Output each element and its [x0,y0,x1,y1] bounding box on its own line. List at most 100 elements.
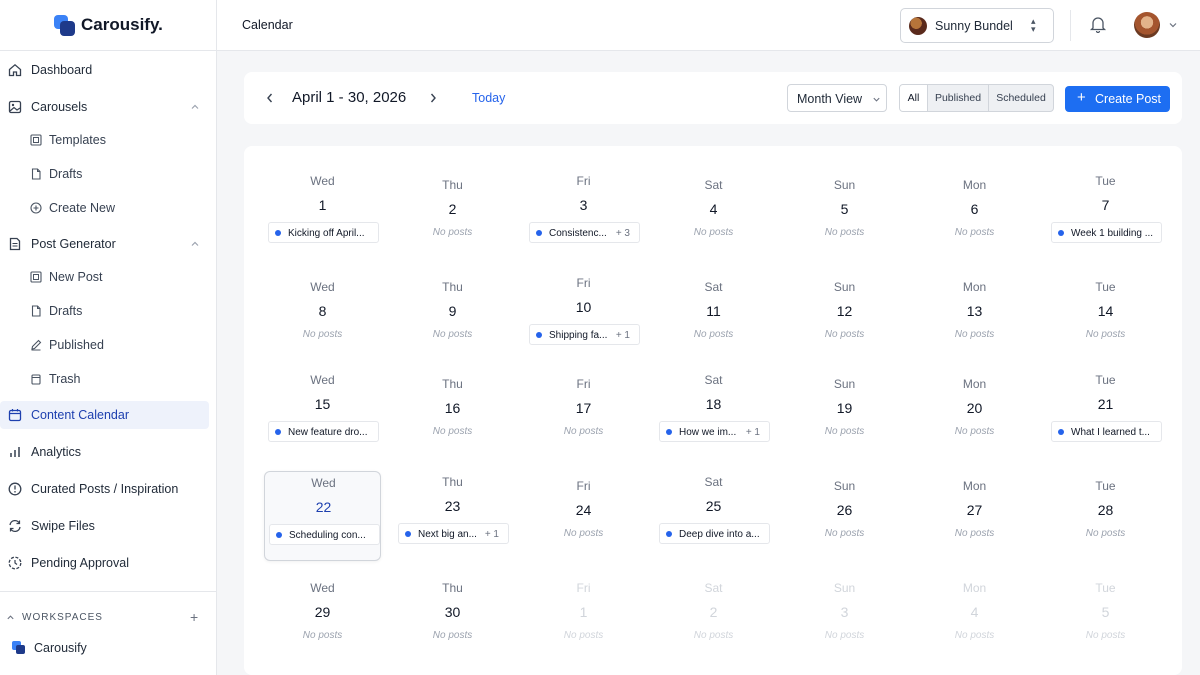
calendar-day[interactable]: Sat 11 No posts [655,276,772,358]
bell-icon[interactable] [1089,15,1107,33]
workspace-name: Carousify [34,641,87,655]
calendar-day[interactable]: Tue 21 What I learned t... [1047,373,1164,455]
calendar-day[interactable]: Mon 27 No posts [916,475,1033,557]
calendar-day[interactable]: Fri 3 Consistenc... + 3 [525,174,642,256]
day-of-week: Wed [310,581,335,595]
post-chip[interactable]: Kicking off April... [268,222,379,243]
bar-chart-icon [7,445,22,460]
profile-avatar[interactable] [1134,12,1160,38]
post-title: Kicking off April... [288,228,365,239]
sidebar-item-label: Pending Approval [31,556,129,570]
calendar-day[interactable]: Sun 3 No posts [786,577,903,659]
sidebar-item-trash[interactable]: Trash [0,365,216,393]
sidebar-item-published[interactable]: Published [0,331,216,359]
sidebar-item-curated-posts[interactable]: Curated Posts / Inspiration [0,475,216,503]
post-chip[interactable]: Week 1 building ... [1051,222,1162,243]
calendar-day[interactable]: Wed 15 New feature dro... [264,373,381,455]
day-of-week: Wed [310,174,335,188]
chevron-up-icon[interactable] [190,102,200,112]
no-posts-label: No posts [563,426,604,437]
chevron-up-icon[interactable] [190,239,200,249]
calendar-day[interactable]: Mon 20 No posts [916,373,1033,455]
sidebar-item-carousels[interactable]: Carousels [0,93,216,121]
post-chip[interactable]: How we im... + 1 [659,421,770,442]
post-chip[interactable]: Consistenc... + 3 [529,222,640,243]
calendar-day[interactable]: Sun 5 No posts [786,174,903,256]
calendar-day[interactable]: Sat 2 No posts [655,577,772,659]
sidebar-item-label: Swipe Files [31,519,95,533]
calendar-day[interactable]: Tue 7 Week 1 building ... [1047,174,1164,256]
calendar-day[interactable]: Tue 14 No posts [1047,276,1164,358]
post-chip[interactable]: Next big an... + 1 [398,523,509,544]
calendar-day[interactable]: Fri 24 No posts [525,475,642,557]
chevron-right-icon[interactable] [428,92,438,104]
more-posts-count[interactable]: + 3 [616,228,630,239]
calendar-day[interactable]: Fri 17 No posts [525,373,642,455]
calendar-day[interactable]: Sun 26 No posts [786,475,903,557]
sidebar-item-pending-approval[interactable]: Pending Approval [0,549,216,577]
post-chip[interactable]: Shipping fa... + 1 [529,324,640,345]
view-select[interactable]: Month View [787,84,887,112]
post-chip[interactable]: Scheduling con... [269,524,380,545]
chevron-up-icon[interactable] [6,613,15,622]
sidebar-item-post-drafts[interactable]: Drafts [0,297,216,325]
no-posts-label: No posts [432,630,473,641]
calendar-day[interactable]: Sun 19 No posts [786,373,903,455]
filter-all[interactable]: All [900,85,928,111]
sidebar-item-post-generator[interactable]: Post Generator [0,230,216,258]
calendar-day[interactable]: Mon 6 No posts [916,174,1033,256]
create-post-button[interactable]: + Create Post [1065,86,1170,112]
sidebar-item-create-new[interactable]: Create New [0,194,216,222]
day-number: 5 [840,201,849,217]
chevron-down-icon[interactable] [1168,20,1178,30]
calendar-day[interactable]: Wed 1 Kicking off April... [264,174,381,256]
user-switcher[interactable]: Sunny Bundel ▴ ▾ [900,8,1054,43]
calendar-day[interactable]: Sun 12 No posts [786,276,903,358]
more-posts-count[interactable]: + 1 [616,330,630,341]
calendar-day[interactable]: Mon 4 No posts [916,577,1033,659]
calendar-day[interactable]: Sat 4 No posts [655,174,772,256]
calendar-day[interactable]: Thu 23 Next big an... + 1 [394,475,511,557]
calendar-day-today[interactable]: Wed 22 Scheduling con... [264,471,381,561]
filter-published[interactable]: Published [929,85,987,111]
sidebar-item-carousel-drafts[interactable]: Drafts [0,160,216,188]
calendar-day[interactable]: Tue 28 No posts [1047,475,1164,557]
post-chip[interactable]: Deep dive into a... [659,523,770,544]
calendar-day[interactable]: Thu 9 No posts [394,276,511,358]
no-posts-label: No posts [302,630,343,641]
day-number: 14 [1097,303,1114,319]
sidebar-item-analytics[interactable]: Analytics [0,438,216,466]
sidebar-item-new-post[interactable]: New Post [0,263,216,291]
day-of-week: Sat [704,373,723,387]
post-status-dot [536,230,542,236]
sidebar-item-content-calendar[interactable]: Content Calendar [0,401,209,429]
post-chip[interactable]: New feature dro... [268,421,379,442]
more-posts-count[interactable]: + 1 [485,529,499,540]
calendar-day[interactable]: Fri 10 Shipping fa... + 1 [525,276,642,358]
post-chip[interactable]: What I learned t... [1051,421,1162,442]
calendar-day[interactable]: Thu 16 No posts [394,373,511,455]
day-number: 13 [966,303,983,319]
calendar-day[interactable]: Fri 1 No posts [525,577,642,659]
sidebar-item-templates[interactable]: Templates [0,126,216,154]
workspace-item[interactable]: Carousify [0,638,216,658]
sidebar-item-swipe-files[interactable]: Swipe Files [0,512,216,540]
sidebar-item-dashboard[interactable]: Dashboard [0,56,216,84]
no-posts-label: No posts [432,227,473,238]
today-button[interactable]: Today [472,91,505,105]
chevron-left-icon[interactable] [265,92,275,104]
calendar-day[interactable]: Thu 2 No posts [394,174,511,256]
calendar-day[interactable]: Sat 18 How we im... + 1 [655,373,772,455]
calendar-day[interactable]: Sat 25 Deep dive into a... [655,475,772,557]
calendar-day[interactable]: Wed 29 No posts [264,577,381,659]
calendar-day[interactable]: Thu 30 No posts [394,577,511,659]
add-workspace-icon[interactable]: + [190,609,199,625]
post-status-dot [536,332,542,338]
top-bar: Calendar Sunny Bundel ▴ ▾ [217,0,1200,51]
calendar-day[interactable]: Tue 5 No posts [1047,577,1164,659]
filter-scheduled[interactable]: Scheduled [989,85,1053,111]
brand[interactable]: Carousify. [0,0,216,51]
more-posts-count[interactable]: + 1 [746,427,760,438]
calendar-day[interactable]: Wed 8 No posts [264,276,381,358]
calendar-day[interactable]: Mon 13 No posts [916,276,1033,358]
